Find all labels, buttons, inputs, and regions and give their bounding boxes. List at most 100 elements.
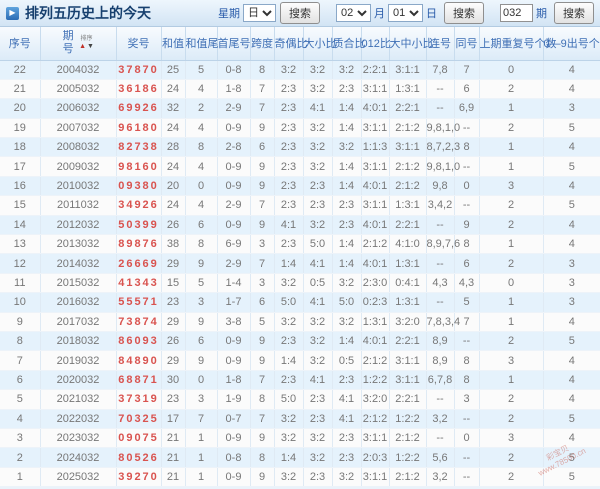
cell-big-small: 3:2 [303,350,333,371]
cell-same: -- [454,447,480,468]
cell-consecutive: -- [426,389,455,410]
history-table: 序号 期号 排序 ▲▼ 奖号 和值 和值尾 首尾号 跨度 奇偶比 大小比 质合比… [0,27,600,488]
col-header-sum-tail: 和值尾 [185,27,219,61]
cell-span: 7 [250,370,275,391]
sort-desc-icon[interactable]: ▼ [87,43,94,50]
cell-no: 10 [0,292,41,313]
cell-012-ratio: 2:2:1 [361,60,390,80]
cell-012-ratio: 4:0:1 [361,215,390,236]
cell-issue: 2013032 [40,234,117,255]
cell-digit-count: 3 [543,292,600,313]
cell-sum-tail: 9 [185,350,218,371]
cell-sum: 38 [161,234,186,255]
cell-prime-composite: 3:2 [332,137,362,158]
cell-big-small: 3:2 [303,331,333,352]
cell-012-ratio: 1:2:2 [361,370,390,391]
cell-no: 3 [0,428,41,449]
cell-big-small: 0:5 [303,273,333,294]
table-row: 2 2024032 80526 21 1 0-8 8 1:4 3:2 2:3 2:0:3 1:2:2 5… [0,447,600,468]
cell-prize: 09075 [116,428,162,449]
cell-no: 16 [0,176,41,197]
cell-same: 6 [454,253,480,274]
cell-first-last: 0-7 [217,409,251,429]
cell-first-last: 1-7 [217,292,251,313]
cell-consecutive: -- [426,292,455,313]
table-row: 15 2011032 34926 24 4 2-9 7 2:3 2:3 2:3 3:1:1 1:3:1… [0,195,600,216]
sort-control[interactable]: 排序 ▲▼ [79,36,94,50]
cell-sum-tail: 1 [185,447,218,468]
cell-no: 22 [0,60,41,80]
cell-prime-composite: 4:1 [332,389,362,410]
cell-012-ratio: 1:1:3 [361,137,390,158]
cell-big-small: 4:1 [303,253,333,274]
table-row: 1 2025032 39270 21 1 0-9 9 3:2 2:3 3:2 3:1:1 2:1:2 3… [0,467,600,488]
month-label: 月 [374,8,385,20]
cell-digit-count: 5 [543,447,600,468]
cell-no: 17 [0,156,41,177]
table-row: 10 2016032 55571 23 3 1-7 6 5:0 4:1 5:0 0:2:3 1:3:1… [0,292,600,313]
cell-digit-count: 5 [543,409,600,429]
table-row: 16 2010032 09380 20 0 0-9 9 2:3 2:3 1:4 4:0:1 2:1:2… [0,176,600,197]
cell-prev-repeat: 3 [479,350,544,371]
cell-digit-count: 4 [543,176,600,197]
cell-prize: 82738 [116,137,162,158]
cell-sum: 23 [161,292,186,313]
cell-prev-repeat: 3 [479,176,544,197]
table-row: 22 2004032 37870 25 5 0-8 8 3:2 3:2 3:2 2:2:1 3:1:1… [0,60,600,80]
cell-span: 5 [250,312,275,332]
cell-prize: 68871 [116,370,162,391]
cell-prime-composite: 1:4 [332,234,362,255]
cell-big-mid-small: 2:2:1 [389,331,427,352]
cell-same: -- [454,409,480,429]
sort-asc-icon[interactable]: ▲ [79,43,86,50]
cell-consecutive: 8,7,2,3 [426,137,460,158]
cell-prime-composite: 3:2 [332,467,362,488]
cell-first-last: 0-9 [217,428,251,449]
cell-first-last: 2-9 [217,253,251,274]
cell-prize: 69926 [116,98,162,119]
cell-big-mid-small: 1:3:1 [389,79,427,100]
cell-big-small: 3:2 [303,137,333,158]
cell-sum: 23 [161,389,186,410]
cell-prev-repeat: 2 [479,118,544,139]
date-search-button[interactable]: 搜索 [444,2,484,24]
cell-consecutive: -- [426,98,455,119]
day-select[interactable]: 01 [388,4,423,22]
week-select[interactable]: 日 [243,4,276,22]
cell-prime-composite: 3:2 [332,273,362,294]
cell-sum: 24 [161,156,186,177]
issue-input[interactable] [500,4,533,22]
cell-odd-even: 3:2 [274,467,304,488]
issue-search-button[interactable]: 搜索 [554,2,594,24]
col-header-no: 序号 [0,27,41,61]
cell-same: 6 [454,79,480,100]
cell-prime-composite: 5:0 [332,292,362,313]
cell-big-small: 2:3 [303,195,333,216]
cell-sum-tail: 1 [185,467,218,488]
cell-sum-tail: 7 [185,409,218,429]
cell-issue: 2010032 [40,176,117,197]
issue-label: 期 [536,8,547,20]
cell-first-last: 1-8 [217,79,251,100]
cell-sum: 24 [161,118,186,139]
cell-span: 3 [250,234,275,255]
cell-prime-composite: 1:4 [332,98,362,119]
cell-no: 19 [0,118,41,139]
cell-prime-composite: 2:3 [332,195,362,216]
cell-odd-even: 5:0 [274,389,304,410]
cell-012-ratio: 1:3:1 [361,312,390,332]
cell-span: 8 [250,60,275,80]
cell-sum: 28 [161,137,186,158]
cell-prize: 73874 [116,312,162,332]
cell-consecutive: 9,8,1,0 [426,118,460,139]
cell-prev-repeat: 1 [479,370,544,391]
cell-span: 9 [250,176,275,197]
cell-prize: 80526 [116,447,162,468]
cell-issue: 2009032 [40,156,117,177]
month-select[interactable]: 02 [336,4,371,22]
cell-consecutive: 3,4,2 [426,195,455,216]
cell-issue: 2015032 [40,273,117,294]
week-search-button[interactable]: 搜索 [280,2,320,24]
cell-prev-repeat: 2 [479,447,544,468]
cell-odd-even: 3:2 [274,60,304,80]
